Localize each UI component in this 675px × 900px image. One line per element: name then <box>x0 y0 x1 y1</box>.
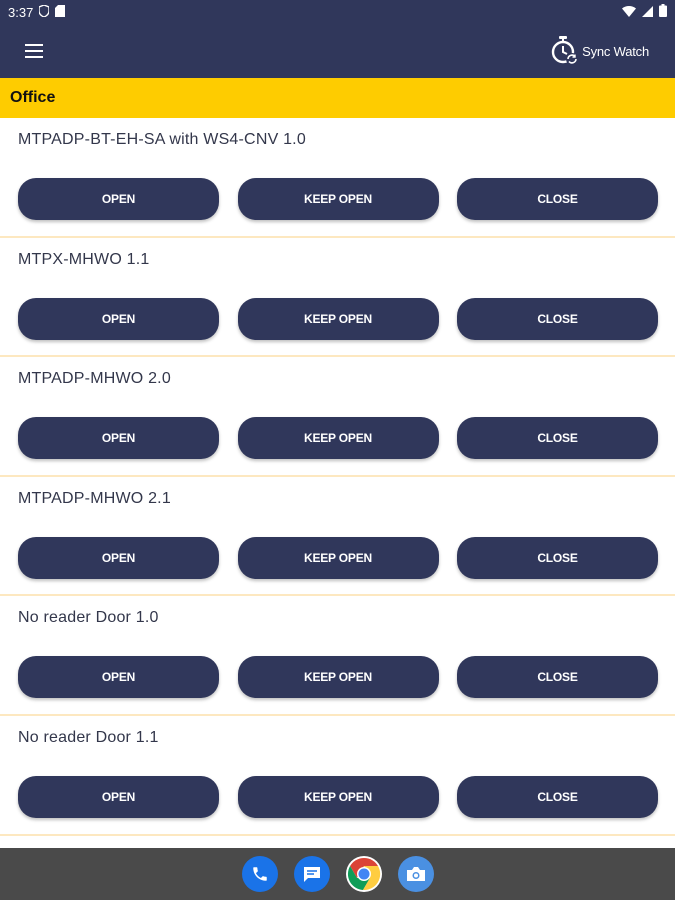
door-actions: OPEN KEEP OPEN CLOSE <box>18 656 658 699</box>
open-button[interactable]: OPEN <box>18 775 219 818</box>
section-title: Office <box>10 89 56 106</box>
close-button[interactable]: CLOSE <box>457 417 658 460</box>
keep-open-button[interactable]: KEEP OPEN <box>237 536 439 579</box>
door-name: MTPADP-BT-EH-SA with WS4-CNV 1.0 <box>18 131 306 148</box>
door-item: MTPX-MHWO 1.1 OPEN KEEP OPEN CLOSE <box>0 238 675 358</box>
close-button[interactable]: CLOSE <box>457 775 658 818</box>
chrome-icon[interactable] <box>345 856 382 892</box>
door-actions: OPEN KEEP OPEN CLOSE <box>18 417 658 460</box>
keep-open-button[interactable]: KEEP OPEN <box>237 178 439 220</box>
keep-open-button[interactable]: KEEP OPEN <box>237 775 439 818</box>
open-button[interactable]: OPEN <box>18 417 219 460</box>
app-bar: Sync Watch <box>0 24 675 78</box>
open-button[interactable]: OPEN <box>18 297 219 340</box>
sim-card-icon <box>55 4 66 20</box>
open-button[interactable]: OPEN <box>18 656 219 699</box>
door-item: MTPADP-MHWO 2.1 OPEN KEEP OPEN CLOSE <box>0 477 675 597</box>
door-item: No reader Door 1.0 OPEN KEEP OPEN CLOSE <box>0 596 675 716</box>
app-dock <box>0 848 675 900</box>
door-name: MTPX-MHWO 1.1 <box>18 250 150 268</box>
close-button[interactable]: CLOSE <box>457 656 658 699</box>
close-button[interactable]: CLOSE <box>457 536 658 579</box>
door-name: MTPADP-MHWO 2.0 <box>18 370 171 388</box>
door-actions: OPEN KEEP OPEN CLOSE <box>18 775 658 818</box>
close-button[interactable]: CLOSE <box>457 178 658 220</box>
section-header-office: Office <box>0 78 675 118</box>
door-item: No reader Door 1.1 OPEN KEEP OPEN CLOSE <box>0 716 675 836</box>
sync-watch-label: Sync Watch <box>582 43 649 59</box>
sync-watch-button[interactable]: Sync Watch <box>548 34 649 69</box>
door-item: MTPADP-MHWO 2.0 OPEN KEEP OPEN CLOSE <box>0 357 675 477</box>
door-actions: OPEN KEEP OPEN CLOSE <box>18 178 658 220</box>
hamburger-menu-icon[interactable] <box>22 39 46 63</box>
door-list[interactable]: MTPADP-BT-EH-SA with WS4-CNV 1.0 OPEN KE… <box>0 118 675 848</box>
close-button[interactable]: CLOSE <box>457 297 658 340</box>
messages-icon[interactable] <box>293 856 330 892</box>
keep-open-button[interactable]: KEEP OPEN <box>237 297 439 340</box>
door-name: MTPADP-MHWO 2.1 <box>18 489 171 507</box>
stopwatch-sync-icon <box>548 34 580 69</box>
door-name: No reader Door 1.0 <box>18 609 159 627</box>
keep-open-button[interactable]: KEEP OPEN <box>237 417 439 460</box>
status-time: 3:37 <box>8 4 34 20</box>
shield-icon <box>38 3 51 20</box>
wifi-icon <box>622 5 636 20</box>
signal-icon <box>642 5 653 20</box>
open-button[interactable]: OPEN <box>18 178 219 220</box>
door-actions: OPEN KEEP OPEN CLOSE <box>18 536 658 579</box>
keep-open-button[interactable]: KEEP OPEN <box>237 656 439 699</box>
door-name: No reader Door 1.1 <box>18 728 159 746</box>
battery-icon <box>659 4 667 20</box>
open-button[interactable]: OPEN <box>18 536 219 579</box>
phone-icon[interactable] <box>241 856 278 892</box>
status-bar: 3:37 <box>0 0 675 24</box>
camera-icon[interactable] <box>397 856 434 892</box>
door-item: MTPADP-BT-EH-SA with WS4-CNV 1.0 OPEN KE… <box>0 118 675 238</box>
door-actions: OPEN KEEP OPEN CLOSE <box>18 297 658 340</box>
